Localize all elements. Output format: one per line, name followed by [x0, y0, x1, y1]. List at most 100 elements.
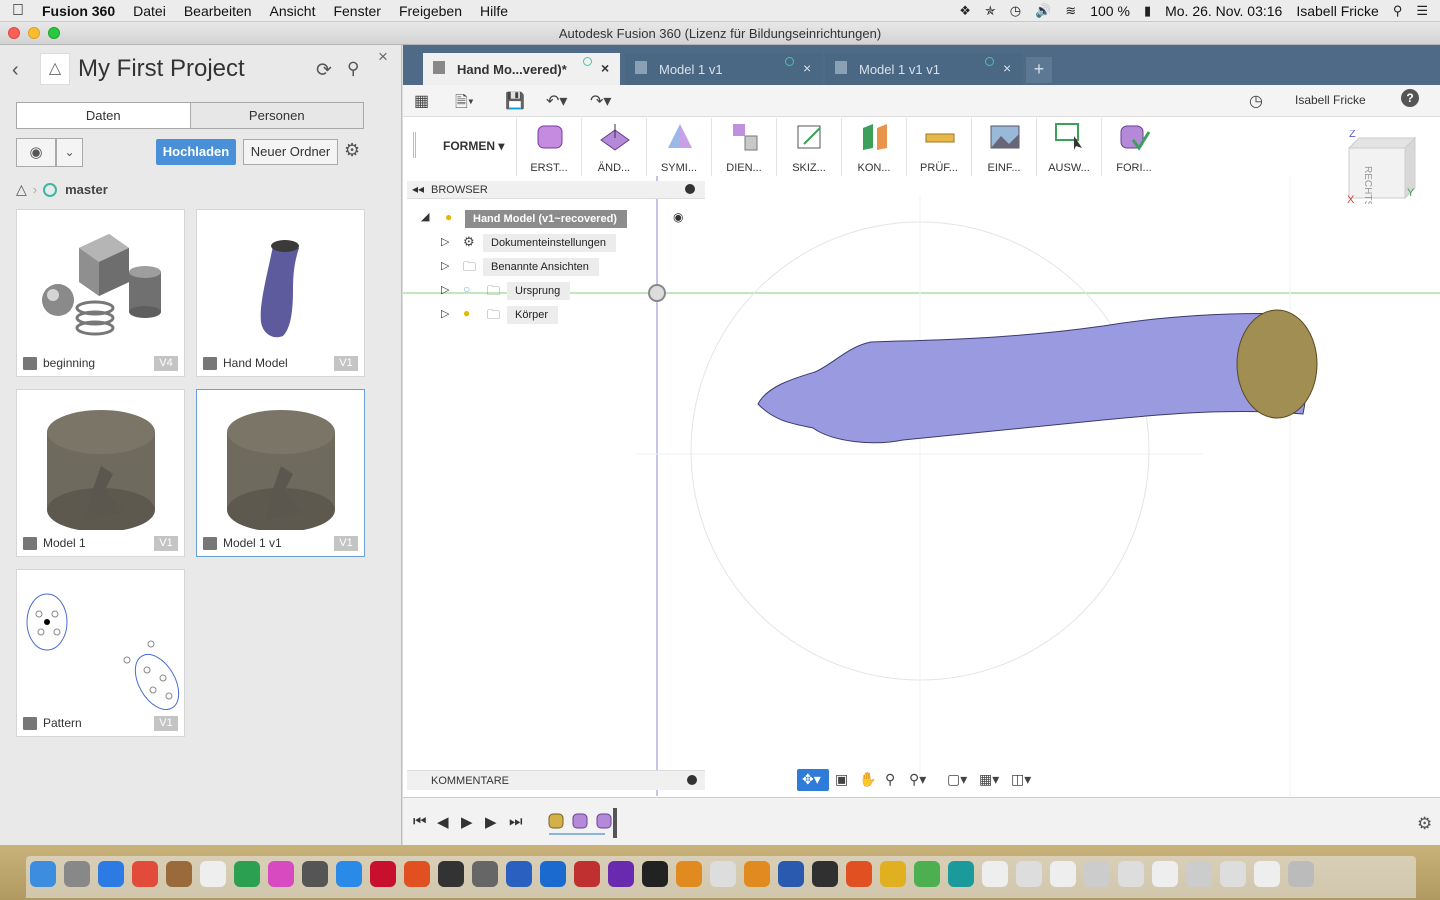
gear-icon[interactable]: ⚙	[1417, 814, 1432, 834]
scribble-icon[interactable]: ✯	[985, 3, 996, 19]
collapse-triangle-icon[interactable]: ◢	[421, 210, 429, 223]
ribbon-group-insert[interactable]: EINF...	[971, 118, 1035, 176]
dock-app-icon[interactable]	[268, 861, 294, 887]
dock-app-icon[interactable]	[744, 861, 770, 887]
dock-app-icon[interactable]	[982, 861, 1008, 887]
browser-node-named-views[interactable]: Benannte Ansichten	[483, 257, 599, 277]
fit-zoom-icon[interactable]: ⚲▾	[909, 771, 926, 788]
dock-app-icon[interactable]	[506, 861, 532, 887]
dock-app-icon[interactable]	[642, 861, 668, 887]
branch-name[interactable]: master	[65, 182, 108, 197]
visibility-bulb-icon[interactable]: ●	[445, 210, 452, 224]
dock-app-icon[interactable]	[132, 861, 158, 887]
design-card-pattern[interactable]: Pattern V1	[16, 569, 185, 737]
menu-hilfe[interactable]: Hilfe	[480, 3, 508, 19]
view-dropdown-button[interactable]: ⌄	[56, 138, 83, 167]
workspace-switcher[interactable]: FORMEN ▾	[443, 139, 504, 153]
save-icon[interactable]: 💾	[505, 91, 525, 111]
ribbon-group-inspect[interactable]: PRÜF...	[906, 118, 970, 176]
pan-hand-icon[interactable]: ✋	[859, 771, 876, 788]
upload-button[interactable]: Hochladen	[156, 139, 236, 165]
viewports-icon[interactable]: ◫▾	[1011, 771, 1031, 788]
dock-app-icon[interactable]	[1220, 861, 1246, 887]
undo-icon[interactable]: ↶▾	[546, 91, 567, 111]
zoom-icon[interactable]: ⚲	[885, 771, 895, 788]
dock-app-icon[interactable]	[1288, 861, 1314, 887]
activate-radio-icon[interactable]: ◉	[673, 210, 683, 224]
menubar-user[interactable]: Isabell Fricke	[1296, 3, 1378, 19]
menu-app-name[interactable]: Fusion 360	[42, 3, 115, 19]
ribbon-group-symmetry[interactable]: SYMI...	[646, 118, 710, 176]
dock-app-icon[interactable]	[812, 861, 838, 887]
comments-panel-header[interactable]: KOMMENTARE	[407, 770, 705, 790]
volume-icon[interactable]: 🔊	[1035, 3, 1051, 19]
step-back-icon[interactable]: ◀	[437, 813, 449, 831]
apple-icon[interactable]: 	[12, 2, 42, 20]
refresh-icon[interactable]: ⟳	[316, 59, 332, 82]
dock-app-icon[interactable]	[1186, 861, 1212, 887]
dock-app-icon[interactable]	[1084, 861, 1110, 887]
dock-app-icon[interactable]	[574, 861, 600, 887]
dock-app-icon[interactable]	[404, 861, 430, 887]
dock-app-icon[interactable]	[234, 861, 260, 887]
dock-app-icon[interactable]	[710, 861, 736, 887]
display-settings-icon[interactable]: ▢▾	[947, 771, 967, 788]
notification-center-icon[interactable]: ☰	[1416, 3, 1428, 19]
expand-triangle-icon[interactable]: ▷	[441, 283, 449, 296]
menu-ansicht[interactable]: Ansicht	[270, 3, 316, 19]
dock-app-icon[interactable]	[370, 861, 396, 887]
go-to-end-icon[interactable]: ⏭	[509, 813, 523, 830]
grid-settings-icon[interactable]: ▦▾	[979, 771, 999, 788]
menu-fenster[interactable]: Fenster	[333, 3, 380, 19]
search-icon[interactable]: ⚲	[347, 59, 359, 79]
menubar-datetime[interactable]: Mo. 26. Nov. 03:16	[1165, 3, 1282, 19]
ribbon-group-sketch[interactable]: SKIZ...	[776, 118, 840, 176]
go-to-start-icon[interactable]: ⏮	[413, 813, 427, 830]
dock-app-icon[interactable]	[302, 861, 328, 887]
dock-app-icon[interactable]	[1118, 861, 1144, 887]
look-at-icon[interactable]: ▣	[835, 771, 848, 788]
browser-node-origin[interactable]: Ursprung	[507, 281, 571, 301]
browser-node-document-settings[interactable]: Dokumenteinstellungen	[483, 233, 616, 253]
close-tab-icon[interactable]: ×	[601, 60, 609, 76]
job-status-clock-icon[interactable]: ◷	[1249, 91, 1263, 111]
design-card-model-1-v1[interactable]: Model 1 v1 V1	[196, 389, 365, 557]
expand-triangle-icon[interactable]: ▷	[441, 235, 449, 248]
view-options-button[interactable]: ◉	[16, 138, 56, 167]
window-close-button[interactable]	[8, 27, 20, 39]
hub-icon[interactable]: △	[16, 181, 27, 198]
back-arrow-icon[interactable]: ‹	[12, 59, 19, 82]
spotlight-search-icon[interactable]: ⚲	[1393, 3, 1403, 19]
dock-app-icon[interactable]	[778, 861, 804, 887]
play-icon[interactable]: ▶	[461, 813, 473, 831]
doc-tab-model-1-v1-v1[interactable]: Model 1 v1 v1 ×	[825, 53, 1022, 85]
dropbox-icon[interactable]: ❖	[959, 3, 971, 19]
redo-icon[interactable]: ↷▾	[590, 91, 611, 111]
dock-app-icon[interactable]	[98, 861, 124, 887]
gear-icon[interactable]: ⚙	[344, 140, 360, 161]
view-cube[interactable]: RECHTS Z Y X	[1347, 130, 1417, 204]
visibility-bulb-icon[interactable]: ○	[463, 282, 470, 296]
tab-personen[interactable]: Personen	[191, 103, 364, 128]
dock-app-icon[interactable]	[880, 861, 906, 887]
collapse-panel-icon[interactable]: ◂◂	[412, 182, 424, 196]
step-forward-icon[interactable]: ▶	[485, 813, 497, 831]
dock-app-icon[interactable]	[200, 861, 226, 887]
close-icon[interactable]: ×	[378, 47, 388, 67]
ribbon-group-create[interactable]: ERST...	[516, 118, 580, 176]
doc-tab-model-1-v1[interactable]: Model 1 v1 ×	[625, 53, 822, 85]
doc-tab-hand-model[interactable]: Hand Mo...vered)* ×	[423, 53, 620, 85]
file-menu-icon[interactable]: 🗎▾	[455, 91, 474, 118]
dock-app-icon[interactable]	[438, 861, 464, 887]
dock-app-icon[interactable]	[336, 861, 362, 887]
ribbon-group-select[interactable]: AUSW...	[1036, 118, 1100, 176]
user-account-menu[interactable]: Isabell Fricke	[1295, 93, 1366, 107]
dock-app-icon[interactable]	[914, 861, 940, 887]
menu-bearbeiten[interactable]: Bearbeiten	[184, 3, 252, 19]
dock-app-icon[interactable]	[1152, 861, 1178, 887]
ribbon-group-finish-form[interactable]: FORI...	[1101, 118, 1165, 176]
visibility-bulb-icon[interactable]: ●	[463, 306, 470, 320]
dock-app-icon[interactable]	[676, 861, 702, 887]
dock-app-icon[interactable]	[64, 861, 90, 887]
dock-app-icon[interactable]	[540, 861, 566, 887]
